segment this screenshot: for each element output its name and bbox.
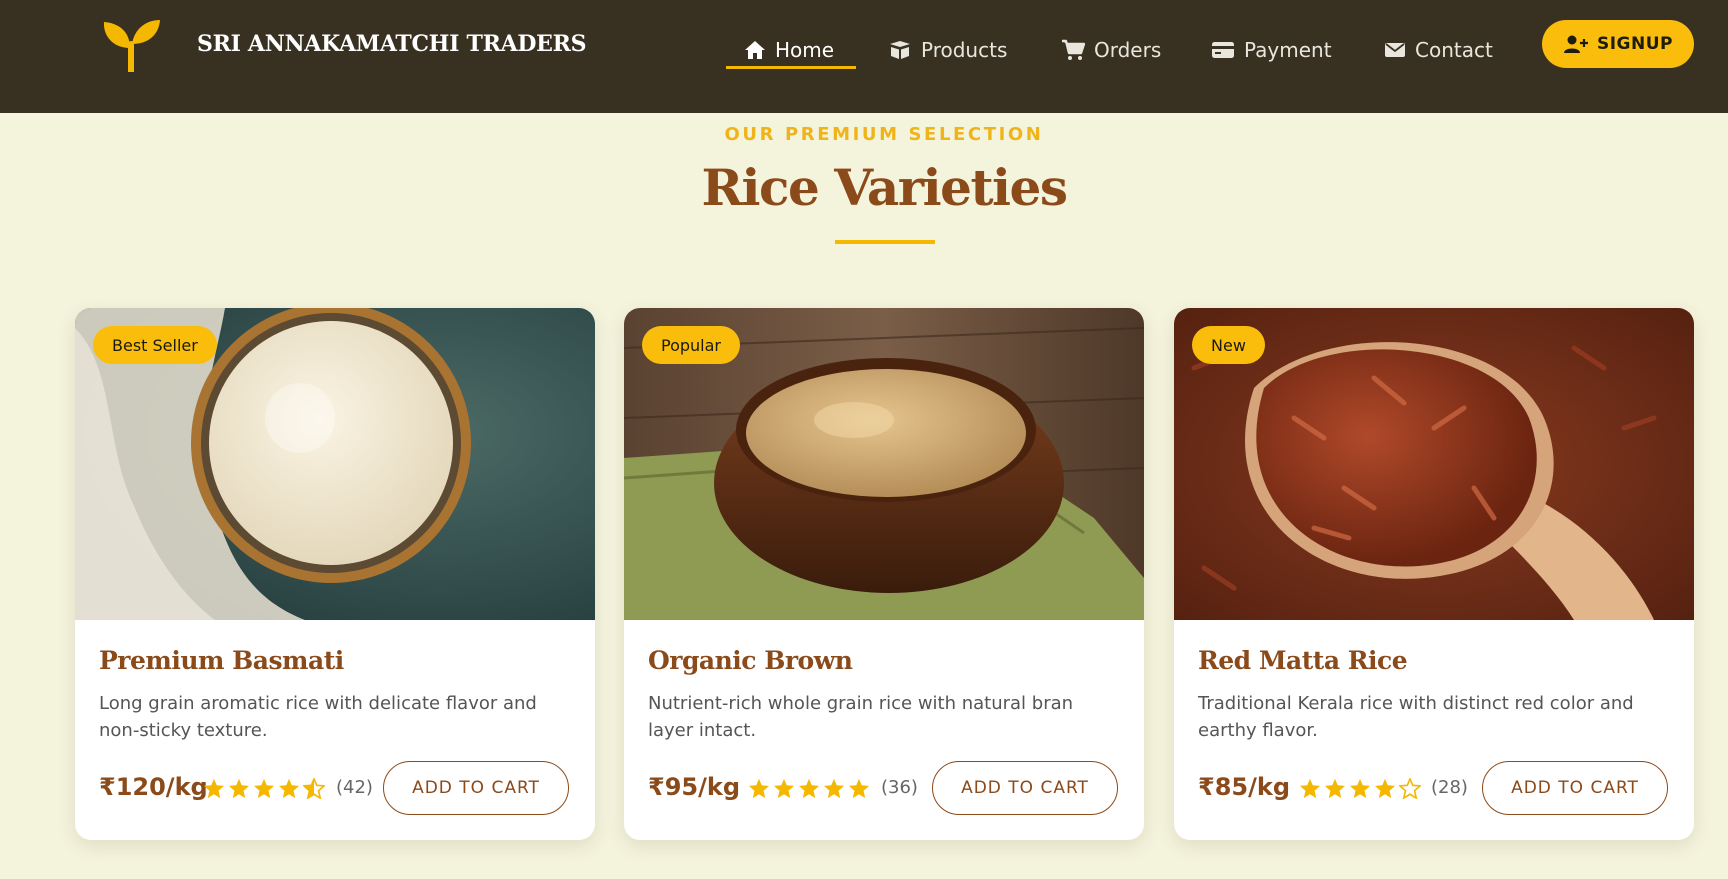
- add-to-cart-button[interactable]: ADD TO CART: [383, 761, 569, 815]
- star-full-icon: [1349, 778, 1371, 799]
- product-badge: Best Seller: [93, 326, 217, 364]
- active-nav-indicator: [726, 66, 856, 69]
- nav-payment-label: Payment: [1244, 38, 1332, 62]
- signup-button[interactable]: SIGNUP: [1542, 20, 1694, 68]
- review-count: (42): [336, 777, 373, 798]
- product-badge: Popular: [642, 326, 740, 364]
- star-full-icon: [1324, 778, 1346, 799]
- section-title: Rice Varieties: [701, 158, 1068, 217]
- product-card-basmati: Best Seller Premium Basmati Long grain a…: [75, 308, 595, 840]
- product-card-organic-brown: Popular Organic Brown Nutrient-rich whol…: [624, 308, 1144, 840]
- sprout-logo-icon[interactable]: [101, 18, 161, 72]
- top-navbar: SRI ANNAKAMATCHI TRADERS Home Products O…: [0, 0, 1728, 113]
- star-full-icon: [1299, 778, 1321, 799]
- star-full-icon: [823, 778, 845, 799]
- product-price: ₹85/kg: [1198, 773, 1291, 801]
- star-rating: [748, 778, 870, 799]
- envelope-icon: [1385, 43, 1405, 57]
- nav-contact[interactable]: Contact: [1384, 30, 1493, 70]
- product-price: ₹120/kg: [99, 773, 208, 801]
- credit-card-icon: [1212, 42, 1234, 58]
- product-card-red-matta: New Red Matta Rice Traditional Kerala ri…: [1174, 308, 1694, 840]
- nav-products-label: Products: [921, 38, 1008, 62]
- product-name[interactable]: Organic Brown: [648, 646, 853, 675]
- cart-icon: [1062, 39, 1085, 60]
- product-description: Long grain aromatic rice with delicate f…: [99, 693, 537, 741]
- product-description: Traditional Kerala rice with distinct re…: [1198, 693, 1634, 741]
- star-full-icon: [798, 778, 820, 799]
- nav-home-label: Home: [775, 38, 835, 62]
- star-full-icon: [253, 778, 275, 799]
- review-count: (36): [881, 777, 918, 798]
- star-full-icon: [203, 778, 225, 799]
- nav-home[interactable]: Home: [744, 30, 834, 70]
- star-full-icon: [1374, 778, 1396, 799]
- product-name[interactable]: Premium Basmati: [99, 646, 344, 675]
- star-rating: [203, 778, 325, 799]
- review-count: (28): [1431, 777, 1468, 798]
- home-icon: [745, 41, 765, 59]
- nav-products[interactable]: Products: [888, 30, 1007, 70]
- nav-orders[interactable]: Orders: [1061, 30, 1161, 70]
- product-badge: New: [1192, 326, 1265, 364]
- add-to-cart-button[interactable]: ADD TO CART: [1482, 761, 1668, 815]
- add-to-cart-button[interactable]: ADD TO CART: [932, 761, 1118, 815]
- star-rating: [1299, 778, 1421, 799]
- brand-name[interactable]: SRI ANNAKAMATCHI TRADERS: [197, 31, 586, 57]
- user-plus-icon: [1563, 35, 1588, 53]
- nav-contact-label: Contact: [1415, 38, 1493, 62]
- nav-orders-label: Orders: [1094, 38, 1162, 62]
- product-name[interactable]: Red Matta Rice: [1198, 646, 1408, 675]
- star-full-icon: [773, 778, 795, 799]
- star-empty-icon: [1399, 778, 1421, 799]
- section-eyebrow: OUR PREMIUM SELECTION: [724, 124, 1044, 145]
- product-description: Nutrient-rich whole grain rice with natu…: [648, 693, 1074, 741]
- star-full-icon: [278, 778, 300, 799]
- signup-label: SIGNUP: [1596, 34, 1673, 54]
- star-full-icon: [228, 778, 250, 799]
- title-underline: [835, 240, 935, 244]
- product-price: ₹95/kg: [648, 773, 741, 801]
- star-full-icon: [748, 778, 770, 799]
- box-icon: [890, 41, 910, 59]
- star-full-icon: [848, 778, 870, 799]
- star-half-icon: [303, 778, 325, 799]
- nav-payment[interactable]: Payment: [1211, 30, 1332, 70]
